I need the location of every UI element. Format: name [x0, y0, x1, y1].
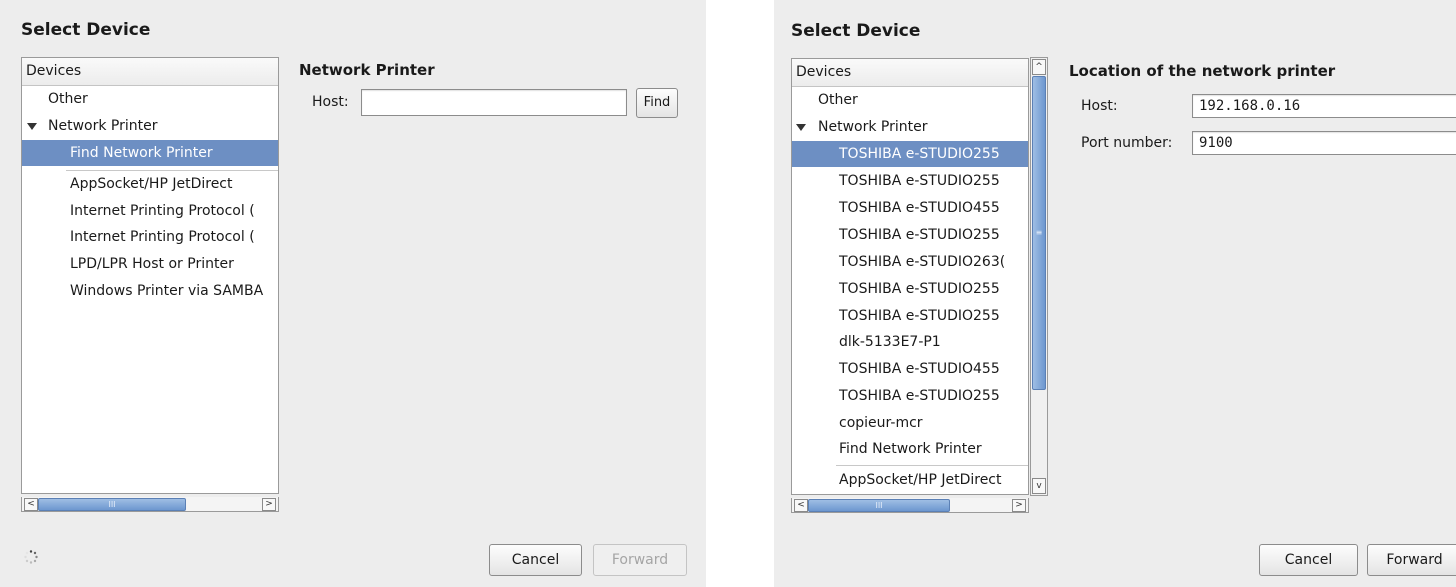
tree-item-find-network-printer[interactable]: Find Network Printer	[792, 436, 1028, 462]
tree-item-printer[interactable]: TOSHIBA e-STUDIO455	[792, 356, 1028, 382]
scroll-right-button[interactable]: >	[1012, 499, 1026, 512]
tree-item-lpd[interactable]: LPD/LPR Host or Printer	[22, 251, 278, 277]
tree-item-label: Network Printer	[818, 119, 928, 135]
tree-item-samba[interactable]: Windows Printer via SAMBA	[22, 278, 278, 304]
tree-item-printer[interactable]: TOSHIBA e-STUDIO255	[792, 276, 1028, 302]
forward-button[interactable]: Forward	[1367, 544, 1456, 576]
scroll-up-button[interactable]: ^	[1032, 59, 1046, 75]
tree-item-label: Internet Printing Protocol (	[70, 229, 255, 245]
horizontal-scrollbar[interactable]: < III >	[791, 498, 1029, 513]
devices-column-header[interactable]: Devices	[792, 59, 1028, 87]
tree-item-label: Other	[48, 91, 88, 107]
tree-item-appsocket[interactable]: AppSocket/HP JetDirect	[22, 171, 278, 197]
scroll-left-button[interactable]: <	[24, 498, 38, 511]
dialog-title: Select Device	[21, 20, 151, 40]
port-input[interactable]: 9100	[1192, 131, 1456, 155]
tree-item-label: Internet Printing Protocol (	[70, 203, 255, 219]
forward-button[interactable]: Forward	[593, 544, 687, 576]
scroll-thumb[interactable]: III	[808, 499, 950, 512]
tree-item-other[interactable]: Other	[792, 87, 1028, 113]
host-label: Host:	[312, 94, 349, 110]
tree-separator	[836, 465, 1028, 466]
section-title: Location of the network printer	[1069, 62, 1336, 80]
vertical-scrollbar[interactable]: ^ ≡ v	[1030, 57, 1048, 496]
tree-item-label: Network Printer	[48, 118, 158, 134]
tree-item-label: AppSocket/HP JetDirect	[70, 176, 233, 192]
tree-item-label: Windows Printer via SAMBA	[70, 283, 264, 299]
cancel-button[interactable]: Cancel	[489, 544, 582, 576]
scroll-thumb[interactable]: III	[38, 498, 186, 511]
find-button[interactable]: Find	[636, 88, 678, 118]
tree-item-printer[interactable]: dlk-5133E7-P1	[792, 329, 1028, 355]
tree-item-label: Other	[818, 92, 858, 108]
tree-item-label: dlk-5133E7-P1	[839, 334, 941, 350]
tree-item-label: copieur-mcr	[839, 415, 923, 431]
port-label: Port number:	[1081, 135, 1173, 151]
tree-item-printer[interactable]: TOSHIBA e-STUDIO255	[792, 303, 1028, 329]
tree-item-network-printer[interactable]: Network Printer	[792, 114, 1028, 140]
tree-item-label: TOSHIBA e-STUDIO455	[839, 361, 1000, 377]
host-input[interactable]: 192.168.0.16	[1192, 94, 1456, 118]
scroll-left-button[interactable]: <	[794, 499, 808, 512]
tree-item-printer[interactable]: TOSHIBA e-STUDIO255	[792, 222, 1028, 248]
tree-item-label: TOSHIBA e-STUDIO263(	[839, 254, 1006, 270]
tree-item-other[interactable]: Other	[22, 86, 278, 112]
host-input[interactable]	[361, 89, 627, 116]
tree-item-printer[interactable]: copieur-mcr	[792, 410, 1028, 436]
tree-item-label: TOSHIBA e-STUDIO455	[839, 200, 1000, 216]
tree-item-ipp[interactable]: Internet Printing Protocol (	[22, 198, 278, 224]
tree-item-label: LPD/LPR Host or Printer	[70, 256, 234, 272]
devices-tree[interactable]: Devices Other Network Printer Find Netwo…	[21, 57, 279, 494]
host-label: Host:	[1081, 98, 1118, 114]
devices-tree[interactable]: Devices Other Network Printer TOSHIBA e-…	[791, 58, 1029, 495]
left-dialog: Select Device Devices Other Network Prin…	[0, 0, 706, 587]
tree-item-label: TOSHIBA e-STUDIO255	[839, 281, 1000, 297]
tree-item-printer[interactable]: TOSHIBA e-STUDIO263(	[792, 249, 1028, 275]
scroll-right-button[interactable]: >	[262, 498, 276, 511]
tree-item-printer[interactable]: TOSHIBA e-STUDIO255	[792, 383, 1028, 409]
tree-item-appsocket[interactable]: AppSocket/HP JetDirect	[792, 467, 1028, 493]
tree-item-network-printer[interactable]: Network Printer	[22, 113, 278, 139]
dialog-title: Select Device	[791, 21, 921, 41]
tree-item-find-network-printer[interactable]: Find Network Printer	[22, 140, 278, 166]
devices-column-header[interactable]: Devices	[22, 58, 278, 86]
tree-item-label: TOSHIBA e-STUDIO255	[839, 388, 1000, 404]
tree-item-label: TOSHIBA e-STUDIO255	[839, 146, 1000, 162]
cancel-button[interactable]: Cancel	[1259, 544, 1358, 576]
tree-item-ipp[interactable]: Internet Printing Protocol (	[22, 224, 278, 250]
tree-item-label: AppSocket/HP JetDirect	[839, 472, 1002, 488]
busy-spinner-icon	[24, 550, 38, 564]
tree-item-label: Find Network Printer	[70, 145, 213, 161]
expander-open-icon[interactable]	[27, 123, 37, 130]
section-title: Network Printer	[299, 61, 435, 79]
tree-item-label: TOSHIBA e-STUDIO255	[839, 308, 1000, 324]
expander-open-icon[interactable]	[796, 124, 806, 131]
scroll-down-button[interactable]: v	[1032, 478, 1046, 494]
tree-item-label: TOSHIBA e-STUDIO255	[839, 173, 1000, 189]
right-dialog: Select Device Devices Other Network Prin…	[774, 0, 1456, 587]
tree-item-printer[interactable]: TOSHIBA e-STUDIO255	[792, 141, 1028, 167]
tree-item-printer[interactable]: TOSHIBA e-STUDIO455	[792, 195, 1028, 221]
tree-item-label: TOSHIBA e-STUDIO255	[839, 227, 1000, 243]
scroll-thumb[interactable]: ≡	[1032, 76, 1046, 390]
horizontal-scrollbar[interactable]: < III >	[21, 497, 279, 512]
tree-item-printer[interactable]: TOSHIBA e-STUDIO255	[792, 168, 1028, 194]
tree-item-label: Find Network Printer	[839, 441, 982, 457]
